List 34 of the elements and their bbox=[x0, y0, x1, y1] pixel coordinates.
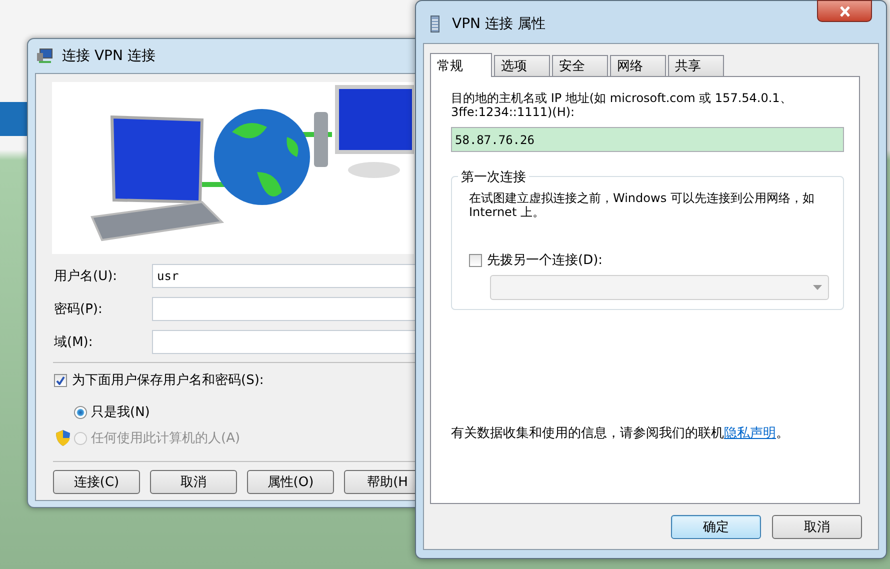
radio-button[interactable] bbox=[74, 406, 87, 418]
group-title: 第一次连接 bbox=[458, 168, 529, 186]
network-computer-icon bbox=[36, 48, 54, 64]
host-field[interactable]: 58.87.76.26 bbox=[451, 127, 844, 152]
host-label: 目的地的主机名或 IP 地址(如 microsoft.com 或 157.54.0.1、3ffe:1234::1111)(H): bbox=[451, 91, 793, 119]
privacy-link[interactable]: 隐私声明 bbox=[724, 426, 776, 441]
field-label: 密码(P): bbox=[54, 301, 104, 318]
radio-label: 只是我(N) bbox=[91, 404, 150, 421]
window-title: 连接 VPN 连接 bbox=[62, 47, 156, 65]
group-description: 在试图建立虚拟连接之前，Windows 可以先连接到公用网络，如 Internet 上。 bbox=[469, 191, 816, 219]
dialog-button[interactable]: 取消 bbox=[150, 470, 237, 494]
checkbox-label: 先拨另一个连接(D): bbox=[487, 252, 603, 269]
field-label: 用户名(U): bbox=[54, 268, 118, 285]
dialog-button[interactable]: 属性(O) bbox=[247, 470, 334, 494]
tab[interactable]: 共享 bbox=[668, 55, 724, 76]
tab[interactable]: 安全 bbox=[552, 55, 608, 76]
close-button[interactable] bbox=[817, 0, 872, 22]
dropdown-caret-icon bbox=[813, 285, 822, 290]
document-icon bbox=[430, 15, 440, 33]
checkbox[interactable] bbox=[54, 374, 67, 386]
dialog-button[interactable]: 确定 bbox=[671, 515, 761, 539]
privacy-text: 有关数据收集和使用的信息，请参阅我们的联机隐私声明。 bbox=[451, 425, 790, 442]
checkbox[interactable] bbox=[469, 254, 482, 266]
dialog-button[interactable]: 连接(C) bbox=[53, 470, 140, 494]
field-label: 域(M): bbox=[54, 334, 94, 351]
checkbox-label: 为下面用户保存用户名和密码(S): bbox=[72, 372, 264, 389]
radio-label: 任何使用此计算机的人(A) bbox=[91, 430, 240, 447]
close-icon bbox=[838, 6, 850, 16]
tab[interactable]: 网络 bbox=[610, 55, 666, 76]
shield-icon bbox=[56, 430, 70, 446]
tab[interactable]: 选项 bbox=[494, 55, 550, 76]
window-title: VPN 连接 属性 bbox=[452, 15, 546, 33]
dialog-button[interactable]: 取消 bbox=[772, 515, 862, 539]
tab[interactable]: 常规 bbox=[430, 53, 492, 77]
